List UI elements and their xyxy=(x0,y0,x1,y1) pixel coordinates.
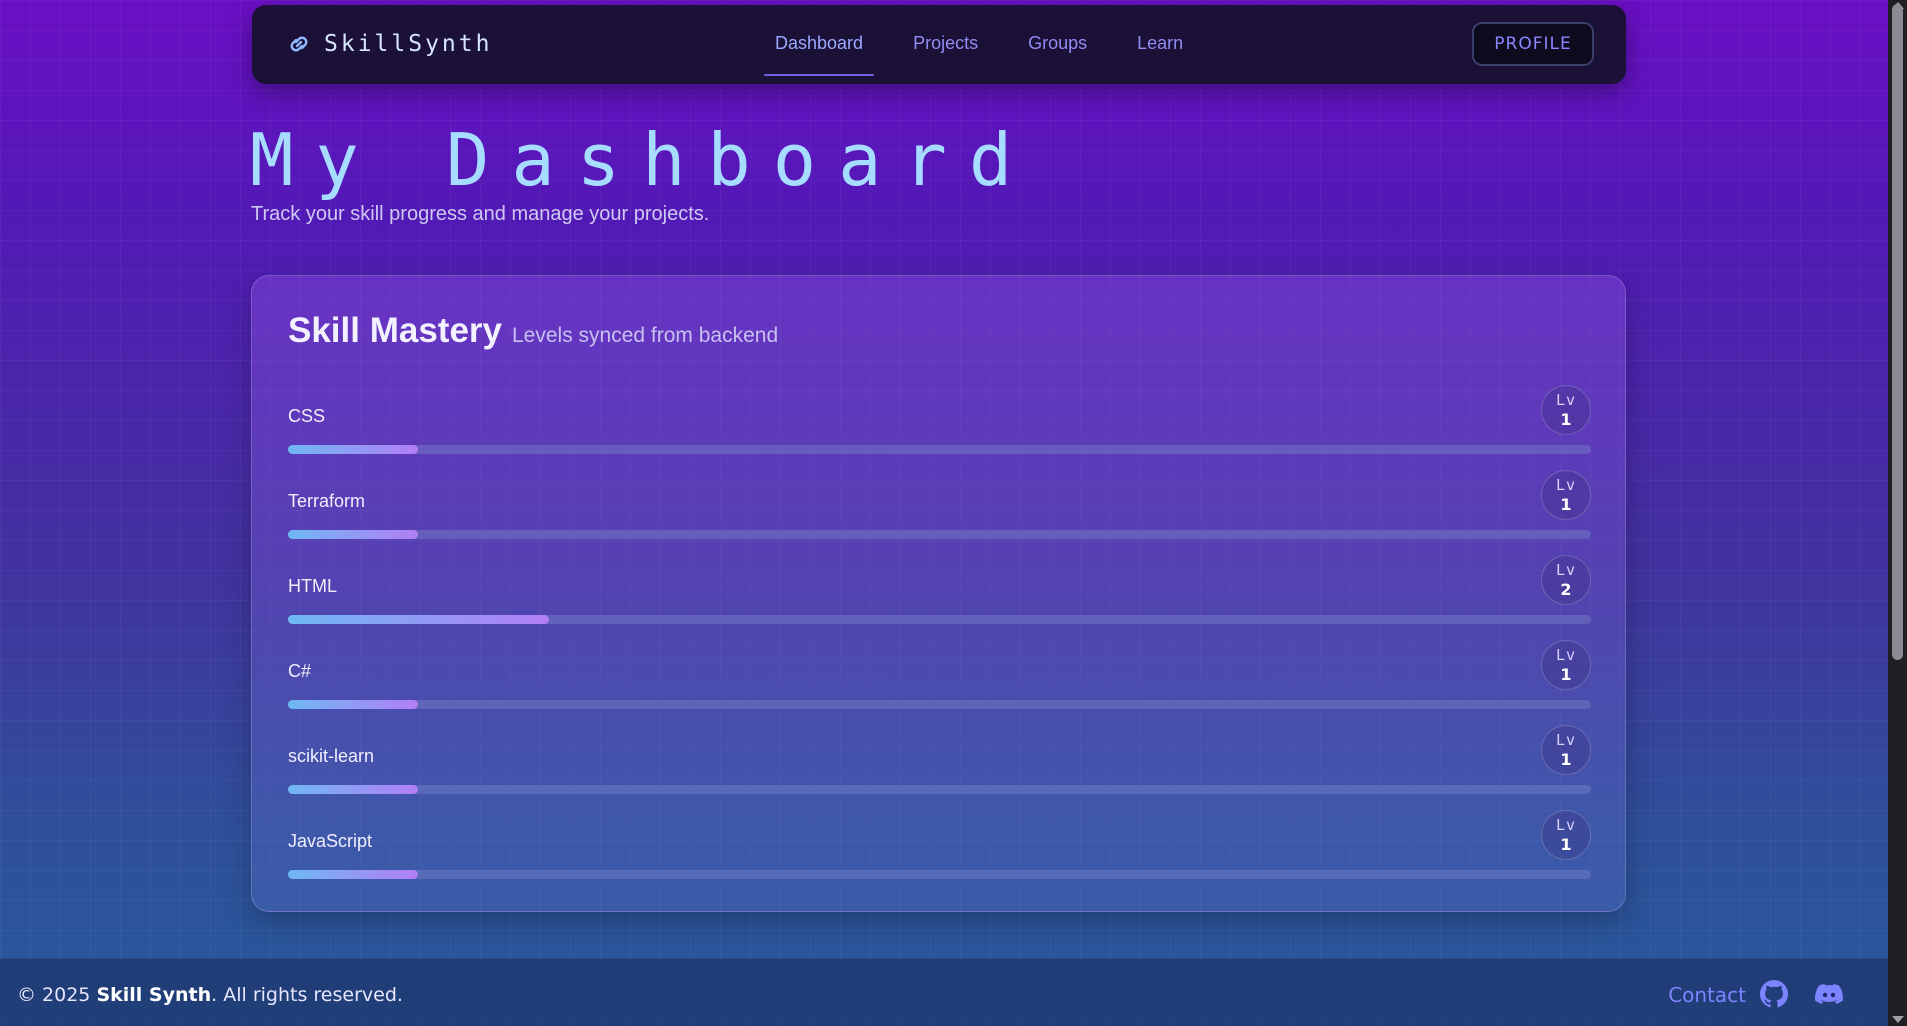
level-badge: Lv 2 xyxy=(1541,555,1591,605)
nav-link-learn[interactable]: Learn xyxy=(1126,33,1194,76)
progress-track xyxy=(288,445,1591,454)
progress-fill xyxy=(288,615,549,624)
level-label: Lv xyxy=(1555,475,1577,494)
copyright: © 2025 Skill Synth. All rights reserved. xyxy=(17,984,403,1006)
progress-track xyxy=(288,870,1591,879)
nav-link-projects[interactable]: Projects xyxy=(902,33,989,76)
level-badge: Lv 1 xyxy=(1541,385,1591,435)
skill-row: C# Lv 1 xyxy=(288,640,1591,724)
level-badge: Lv 1 xyxy=(1541,470,1591,520)
level-label: Lv xyxy=(1555,730,1577,749)
skill-name: scikit-learn xyxy=(288,746,375,766)
level-value: 1 xyxy=(1560,664,1572,684)
skill-name: Terraform xyxy=(288,491,366,511)
skill-row: Terraform Lv 1 xyxy=(288,470,1591,554)
level-badge: Lv 1 xyxy=(1541,810,1591,860)
contact-link[interactable]: Contact xyxy=(1668,983,1746,1007)
card-title: Skill Mastery xyxy=(288,311,502,350)
copyright-suffix: . All rights reserved. xyxy=(211,984,403,1006)
nav-link-groups[interactable]: Groups xyxy=(1017,33,1098,76)
skill-name: CSS xyxy=(288,406,326,426)
scroll-down-arrow-icon[interactable] xyxy=(1892,1016,1904,1023)
level-value: 1 xyxy=(1560,834,1572,854)
progress-track xyxy=(288,530,1591,539)
card-header: Skill Mastery Levels synced from backend xyxy=(288,311,778,351)
level-label: Lv xyxy=(1555,390,1577,409)
level-label: Lv xyxy=(1555,560,1577,579)
copyright-prefix: © 2025 xyxy=(17,984,91,1006)
level-label: Lv xyxy=(1555,815,1577,834)
level-value: 1 xyxy=(1560,494,1572,514)
progress-fill xyxy=(288,870,419,879)
copyright-brand: Skill Synth xyxy=(96,984,212,1006)
discord-icon[interactable] xyxy=(1813,978,1845,1010)
level-value: 1 xyxy=(1560,409,1572,429)
progress-track xyxy=(288,785,1591,794)
top-navbar: SkillSynth Dashboard Projects Groups Lea… xyxy=(252,5,1626,84)
progress-track xyxy=(288,700,1591,709)
footer: © 2025 Skill Synth. All rights reserved.… xyxy=(0,958,1888,1026)
card-subtitle: Levels synced from backend xyxy=(512,324,779,347)
level-value: 1 xyxy=(1560,749,1572,769)
brand-logo[interactable]: SkillSynth xyxy=(284,29,492,59)
page-title: My Dashboard xyxy=(250,118,1035,202)
scroll-thumb[interactable] xyxy=(1892,4,1903,660)
github-icon[interactable] xyxy=(1758,978,1790,1010)
skill-name: JavaScript xyxy=(288,831,373,851)
skill-row: HTML Lv 2 xyxy=(288,555,1591,639)
level-label: Lv xyxy=(1555,645,1577,664)
level-badge: Lv 1 xyxy=(1541,640,1591,690)
skill-row: scikit-learn Lv 1 xyxy=(288,725,1591,809)
progress-track xyxy=(288,615,1591,624)
link-icon xyxy=(290,36,308,52)
nav-links: Dashboard Projects Groups Learn xyxy=(764,33,1222,76)
progress-fill xyxy=(288,700,419,709)
progress-fill xyxy=(288,530,419,539)
skill-mastery-card: Skill Mastery Levels synced from backend… xyxy=(251,275,1626,912)
level-value: 2 xyxy=(1560,579,1572,599)
nav-link-dashboard[interactable]: Dashboard xyxy=(764,33,875,76)
skill-row: JavaScript Lv 1 xyxy=(288,810,1591,894)
level-badge: Lv 1 xyxy=(1541,725,1591,775)
brand-name: SkillSynth xyxy=(324,31,493,57)
progress-fill xyxy=(288,445,419,454)
profile-button[interactable]: PROFILE xyxy=(1472,22,1594,66)
progress-fill xyxy=(288,785,419,794)
skill-name: C# xyxy=(288,661,312,681)
skill-name: HTML xyxy=(288,576,337,596)
scrollbar[interactable] xyxy=(1888,0,1907,1026)
skill-row: CSS Lv 1 xyxy=(288,385,1591,469)
page-subtitle: Track your skill progress and manage you… xyxy=(251,203,710,225)
